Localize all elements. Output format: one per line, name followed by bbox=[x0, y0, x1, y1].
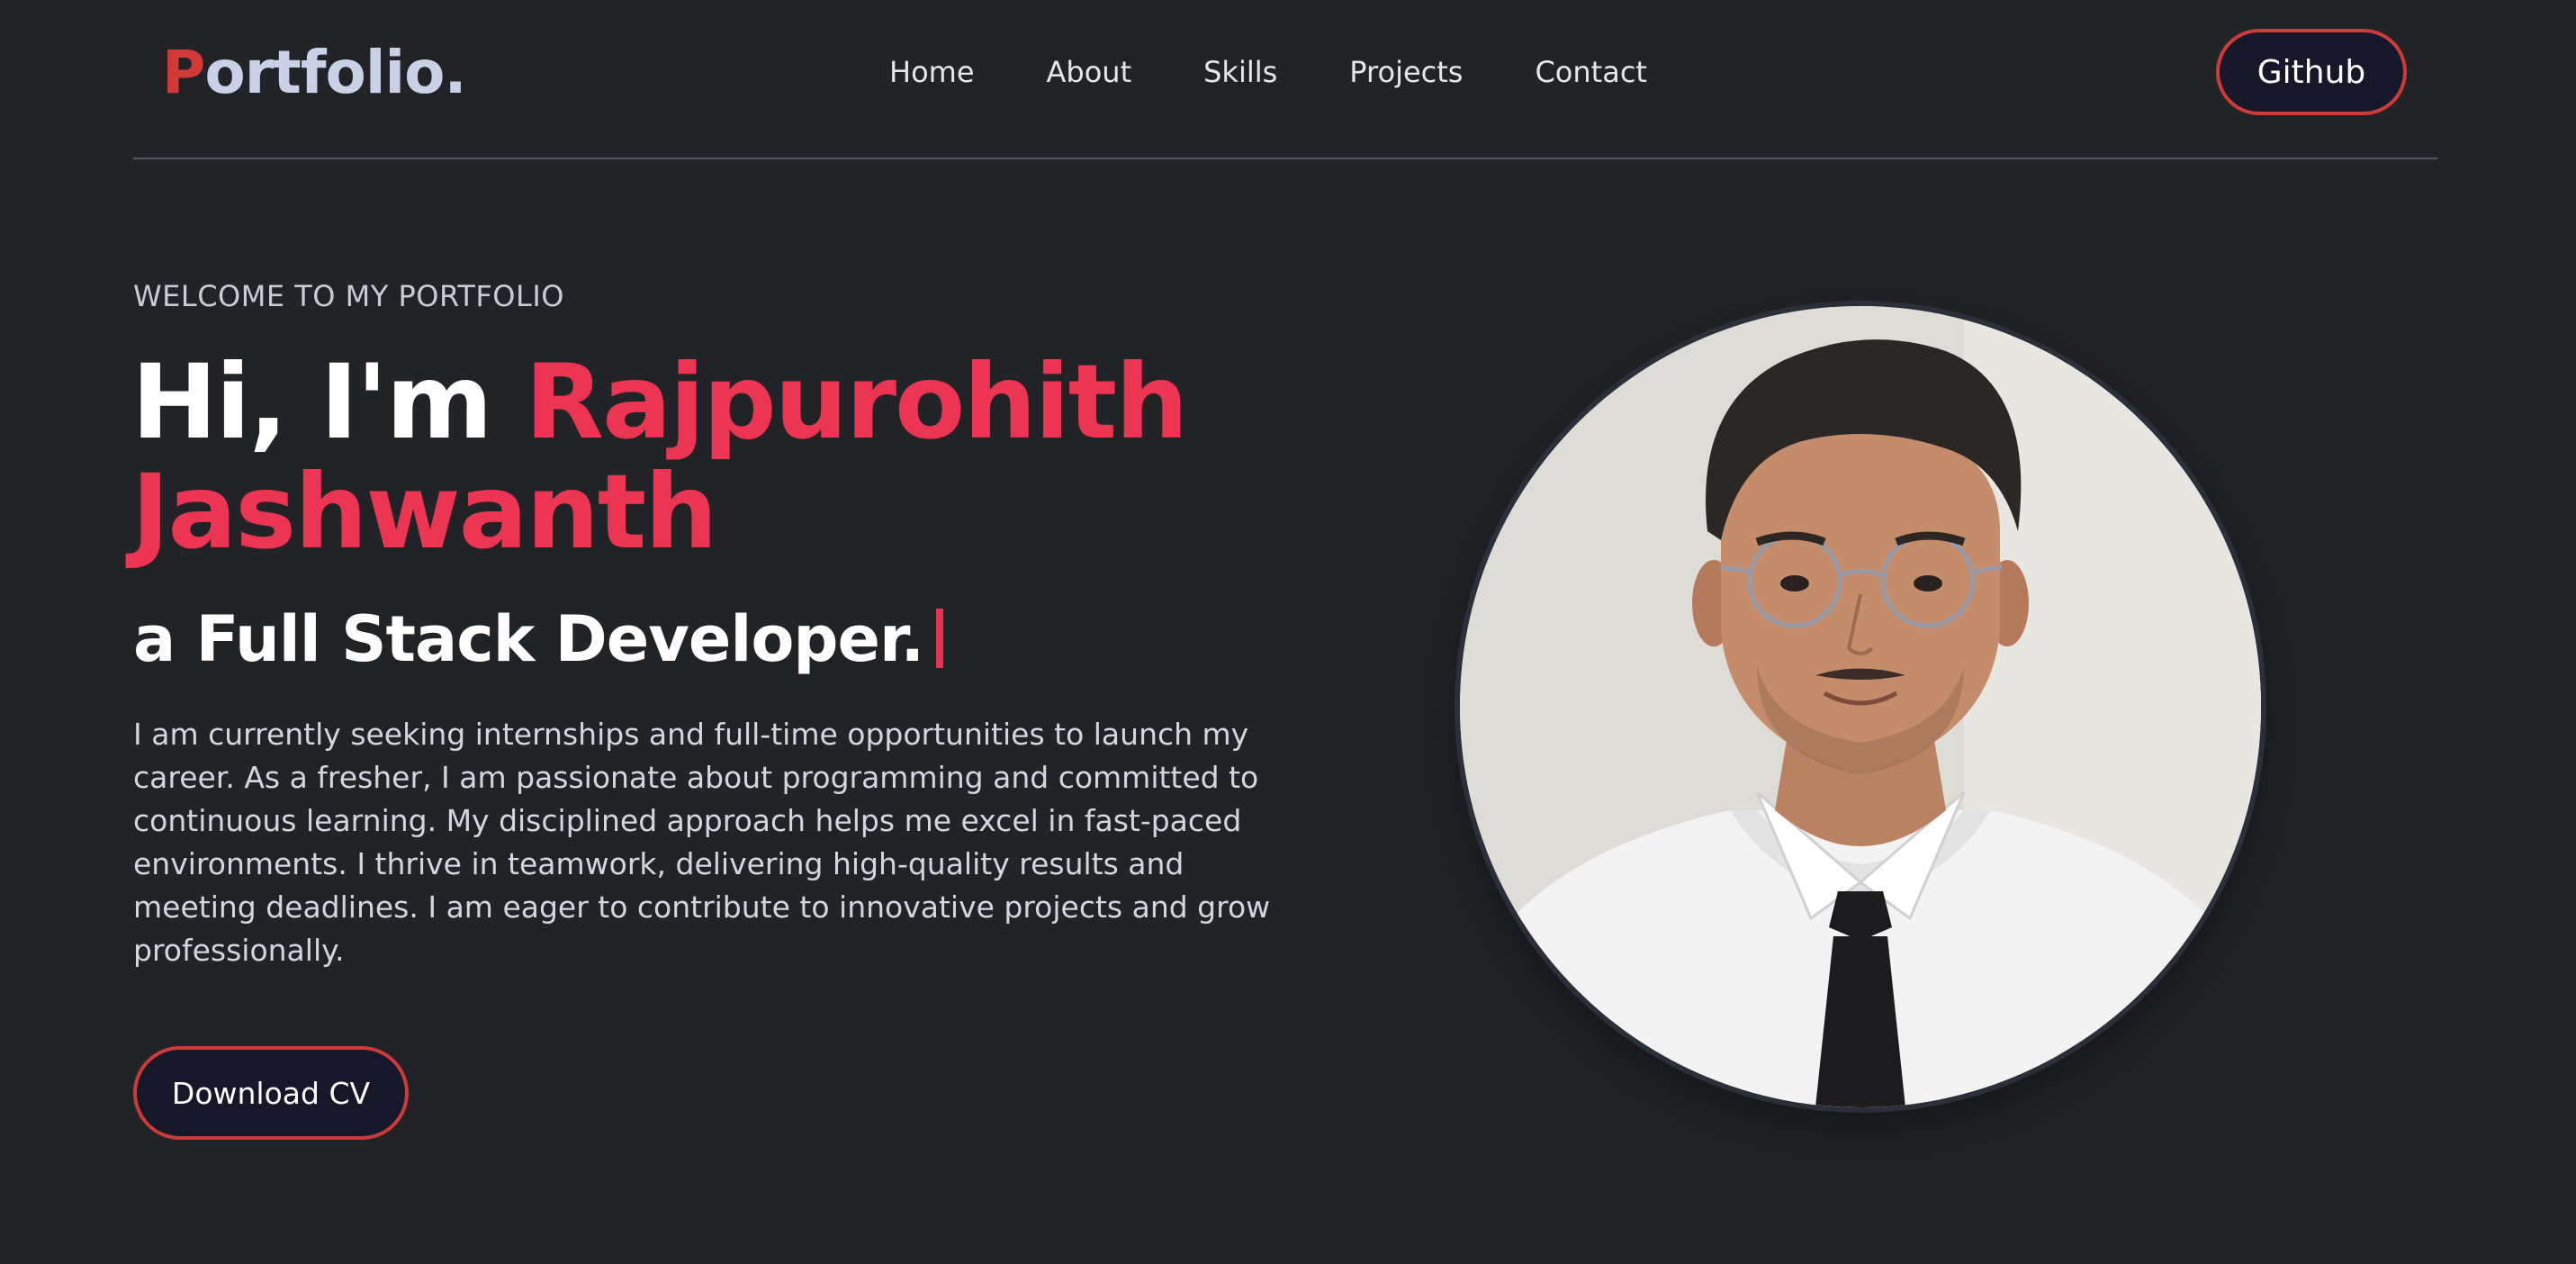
github-button[interactable]: Github bbox=[2216, 29, 2407, 115]
nav-about[interactable]: About bbox=[1047, 55, 1132, 89]
welcome-text: WELCOME TO MY PORTFOLIO bbox=[133, 279, 564, 313]
site-header: Portfolio. Home About Skills Projects Co… bbox=[0, 0, 2576, 159]
nav-home[interactable]: Home bbox=[889, 55, 975, 89]
bio-text: I am currently seeking internships and f… bbox=[133, 717, 1271, 968]
download-cv-button[interactable]: Download CV bbox=[133, 1046, 409, 1140]
nav-contact[interactable]: Contact bbox=[1535, 55, 1647, 89]
nav-skills[interactable]: Skills bbox=[1203, 55, 1277, 89]
role-text: a Full Stack Developer. bbox=[133, 601, 944, 677]
logo-initial: P bbox=[162, 38, 205, 107]
role-label: a Full Stack Developer. bbox=[133, 602, 924, 676]
typing-cursor bbox=[936, 609, 944, 668]
hero-heading: Hi, I'm Rajpurohith Jashwanth bbox=[131, 348, 1392, 567]
main-nav: Home About Skills Projects Contact bbox=[889, 47, 1647, 97]
logo-text: ortfolio. bbox=[204, 38, 466, 107]
logo[interactable]: Portfolio. bbox=[162, 34, 467, 112]
profile-photo bbox=[1460, 306, 2261, 1107]
header-divider bbox=[133, 158, 2437, 159]
nav-projects[interactable]: Projects bbox=[1349, 55, 1463, 89]
greeting-text: Hi, I'm bbox=[131, 342, 526, 462]
